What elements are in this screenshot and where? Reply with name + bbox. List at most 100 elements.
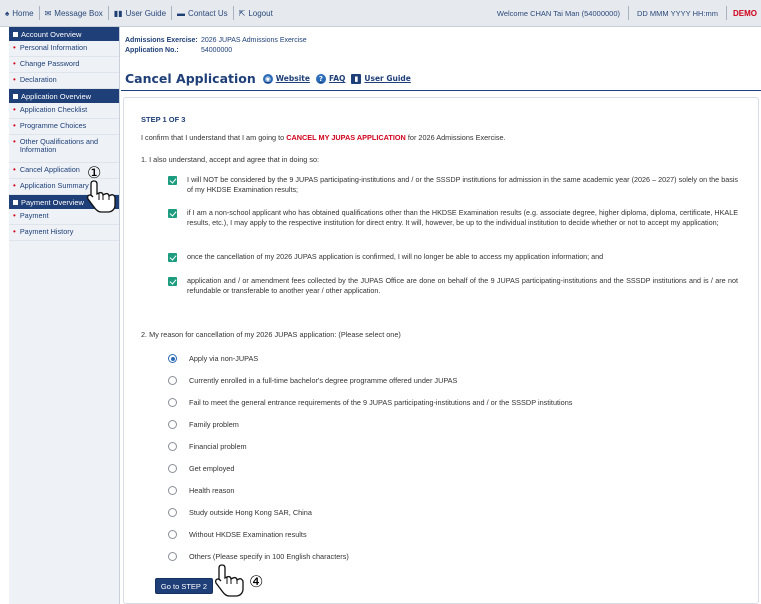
home-icon: ♠: [5, 8, 10, 18]
reason-radio-option[interactable]: Fail to meet the general entrance requir…: [168, 398, 572, 407]
page-title-bar: Cancel Application ◉ Website ? FAQ ▮ Use…: [125, 71, 417, 86]
title-divider: [121, 90, 761, 91]
checkbox-checked[interactable]: [168, 277, 177, 286]
reason-label: Without HKDSE Examination results: [189, 530, 307, 539]
faq-link[interactable]: ? FAQ: [315, 73, 346, 84]
logout-icon: ⇱: [238, 8, 246, 18]
application-no-label: Application No.:: [125, 47, 179, 54]
sidebar-item-label: Other Qualifications and Information: [19, 137, 99, 154]
radio-selected[interactable]: [168, 354, 177, 363]
sidebar-item-cancel-application[interactable]: • Cancel Application: [9, 163, 119, 179]
reason-radio-option[interactable]: Without HKDSE Examination results: [168, 530, 307, 539]
sidebar-item-personal-information[interactable]: • Personal Information: [9, 41, 119, 57]
radio-unselected[interactable]: [168, 464, 177, 473]
sidebar-section-label: Application Overview: [21, 91, 92, 101]
reason-radio-option[interactable]: Apply via non-JUPAS: [168, 354, 258, 363]
sidebar-section-account-overview[interactable]: Account Overview: [9, 27, 119, 41]
agreement-checkbox-row[interactable]: I will NOT be considered by the 9 JUPAS …: [168, 175, 738, 195]
topbar-right: Welcome CHAN Tai Man (54000000) DD MMM Y…: [489, 0, 761, 26]
book-icon: ▮▮: [113, 8, 123, 18]
reason-heading: 2. My reason for cancellation of my 2026…: [141, 330, 401, 339]
top-navigation-bar: ♠ Home ✉ Message Box ▮▮ User Guide ▬ Con…: [0, 0, 761, 27]
sidebar-section-label: Account Overview: [21, 29, 82, 39]
agreement-checkbox-row[interactable]: once the cancellation of my 2026 JUPAS a…: [168, 252, 738, 262]
radio-unselected[interactable]: [168, 552, 177, 561]
bullet-icon: •: [13, 211, 16, 220]
reason-radio-option[interactable]: Health reason: [168, 486, 234, 495]
checkbox-checked[interactable]: [168, 209, 177, 218]
square-icon: [13, 199, 18, 205]
reason-radio-option[interactable]: Study outside Hong Kong SAR, China: [168, 508, 312, 517]
exercise-label: Admissions Exercise:: [125, 37, 198, 44]
reason-label: Currently enrolled in a full-time bachel…: [189, 376, 458, 385]
nav-home-label: Home: [12, 8, 34, 18]
chat-icon: ▬: [177, 8, 186, 18]
reason-radio-option[interactable]: Currently enrolled in a full-time bachel…: [168, 376, 457, 385]
bullet-icon: •: [13, 165, 16, 174]
checkbox-checked[interactable]: [168, 253, 177, 262]
sidebar-item-other-qualifications[interactable]: • Other Qualifications and Information: [9, 135, 119, 163]
nav-logout-link[interactable]: ⇱ Logout: [234, 0, 278, 26]
sidebar: Account Overview • Personal Information …: [9, 27, 120, 604]
reason-radio-option[interactable]: Get employed: [168, 464, 234, 473]
nav-contact-us-link[interactable]: ▬ Contact Us: [172, 0, 233, 26]
reason-radio-option[interactable]: Financial problem: [168, 442, 247, 451]
nav-user-guide-label: User Guide: [125, 8, 167, 18]
reason-label: Apply via non-JUPAS: [189, 354, 259, 363]
radio-unselected[interactable]: [168, 398, 177, 407]
cancel-form-panel: STEP 1 OF 3 I confirm that I understand …: [123, 97, 759, 604]
nav-message-box-link[interactable]: ✉ Message Box: [40, 0, 108, 26]
sidebar-item-label: Payment History: [19, 227, 74, 236]
confirm-statement: I confirm that I understand that I am go…: [141, 133, 506, 142]
user-guide-link-label: User Guide: [364, 74, 411, 83]
square-icon: [13, 93, 18, 99]
sidebar-item-programme-choices[interactable]: • Programme Choices: [9, 119, 119, 135]
checkbox-checked[interactable]: [168, 176, 177, 185]
sidebar-section-application-overview[interactable]: Application Overview: [9, 89, 119, 103]
bullet-icon: •: [13, 227, 16, 236]
main-content: Admissions Exercise: 2026 JUPAS Admission…: [121, 27, 761, 604]
step-marker-4: ④: [249, 572, 264, 591]
nav-home-link[interactable]: ♠ Home: [0, 0, 39, 26]
datetime-text: DD MMM YYYY HH:mm: [637, 8, 718, 18]
agreement-checkbox-row[interactable]: application and / or amendment fees coll…: [168, 276, 738, 296]
bullet-icon: •: [13, 121, 16, 130]
confirm-text: I confirm that I understand that I am go…: [141, 133, 287, 142]
reason-label: Financial problem: [189, 442, 247, 451]
reason-radio-option[interactable]: Family problem: [168, 420, 239, 429]
user-guide-link[interactable]: ▮ User Guide: [351, 73, 411, 84]
bullet-icon: •: [13, 75, 16, 84]
message-icon: ✉: [44, 8, 52, 18]
sidebar-item-label: Cancel Application: [19, 165, 80, 174]
radio-unselected[interactable]: [168, 486, 177, 495]
demo-badge: DEMO: [733, 8, 757, 18]
radio-unselected[interactable]: [168, 508, 177, 517]
sidebar-item-change-password[interactable]: • Change Password: [9, 57, 119, 73]
sidebar-item-payment-history[interactable]: • Payment History: [9, 225, 119, 241]
sidebar-item-application-checklist[interactable]: • Application Checklist: [9, 103, 119, 119]
sidebar-item-label: Application Summary: [19, 181, 89, 190]
bullet-icon: •: [13, 105, 16, 114]
nav-logout-label: Logout: [248, 8, 273, 18]
sidebar-item-label: Personal Information: [19, 43, 88, 52]
bullet-icon: •: [13, 137, 16, 146]
application-no-value: 54000000: [201, 47, 233, 54]
sidebar-item-declaration[interactable]: • Declaration: [9, 73, 119, 89]
website-link[interactable]: ◉ Website: [262, 73, 310, 84]
reason-label: Study outside Hong Kong SAR, China: [189, 508, 312, 517]
nav-user-guide-link[interactable]: ▮▮ User Guide: [109, 0, 171, 26]
radio-unselected[interactable]: [168, 420, 177, 429]
bullet-icon: •: [13, 59, 16, 68]
radio-unselected[interactable]: [168, 376, 177, 385]
welcome-text: Welcome CHAN Tai Man (54000000): [496, 8, 621, 18]
exercise-value: 2026 JUPAS Admissions Exercise: [201, 37, 307, 44]
square-icon: [13, 31, 18, 37]
step-indicator: STEP 1 OF 3: [141, 115, 186, 124]
go-to-step-2-button[interactable]: Go to STEP 2: [155, 578, 213, 594]
reason-radio-option[interactable]: Others (Please specify in 100 English ch…: [168, 552, 349, 561]
radio-unselected[interactable]: [168, 442, 177, 451]
radio-unselected[interactable]: [168, 530, 177, 539]
agreement-checkbox-row[interactable]: if I am a non-school applicant who has o…: [168, 208, 738, 228]
faq-link-label: FAQ: [328, 74, 346, 83]
page-title: Cancel Application: [125, 71, 256, 86]
